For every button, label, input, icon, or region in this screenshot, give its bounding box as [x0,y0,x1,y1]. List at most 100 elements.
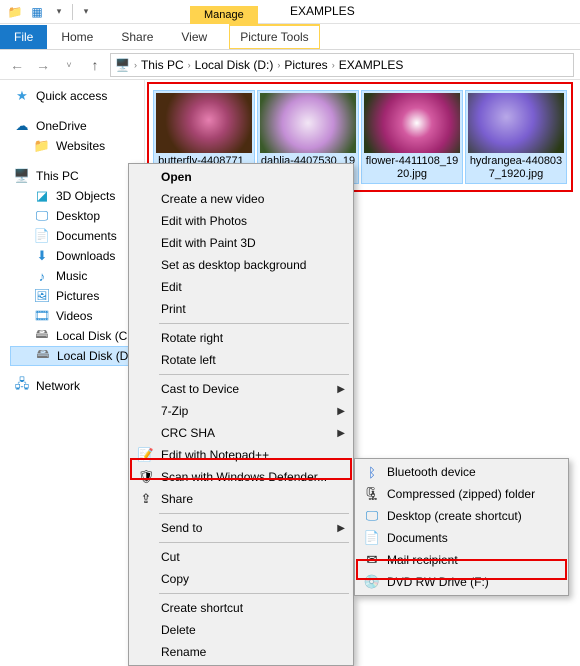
chevron-right-icon: ▶ [337,384,345,395]
nav-onedrive[interactable]: ☁OneDrive [10,116,144,136]
menu-rotate-left[interactable]: Rotate left [131,349,351,371]
menu-delete[interactable]: Delete [131,619,351,641]
tab-file[interactable]: File [0,25,47,49]
back-button[interactable]: ← [6,54,28,76]
context-tab-manage[interactable]: Manage [190,6,258,24]
notepadpp-icon: 📝 [137,447,155,463]
tab-share[interactable]: Share [107,25,167,49]
nav-label: OneDrive [36,119,87,133]
chevron-right-icon: › [132,60,139,70]
menu-label: CRC SHA [161,426,215,440]
menu-separator [159,374,349,375]
menu-label: Rename [161,645,206,659]
menu-label: Compressed (zipped) folder [387,487,535,501]
menu-rotate-right[interactable]: Rotate right [131,327,351,349]
file-item[interactable]: flower-4411108_1920.jpg [361,90,463,184]
sendto-bluetooth[interactable]: ᛒBluetooth device [357,461,566,483]
menu-edit-with-photos[interactable]: Edit with Photos [131,210,351,232]
nav-quick-access[interactable]: ★Quick access [10,86,144,106]
menu-cut[interactable]: Cut [131,546,351,568]
sendto-desktop[interactable]: 🖵Desktop (create shortcut) [357,505,566,527]
menu-label: Copy [161,572,189,586]
nav-label: Local Disk (D:) [57,349,136,363]
tab-picture-tools[interactable]: Picture Tools [229,24,319,49]
menu-open[interactable]: Open [131,166,351,188]
menu-label: Mail recipient [387,553,458,567]
nav-label: Music [56,269,87,283]
tab-view[interactable]: View [167,25,221,49]
breadcrumb-seg2[interactable]: Pictures [284,58,327,72]
context-menu: Open Create a new video Edit with Photos… [128,163,354,666]
menu-crc-sha[interactable]: CRC SHA▶ [131,422,351,444]
menu-create-shortcut[interactable]: Create shortcut [131,597,351,619]
qat-overflow-icon[interactable]: ▾ [75,2,97,22]
nav-pictures[interactable]: 🖼Pictures [10,286,144,306]
nav-desktop[interactable]: 🖵Desktop [10,206,144,226]
menu-print[interactable]: Print [131,298,351,320]
sendto-compressed[interactable]: 🗜 Compressed (zipped) folder [357,483,566,505]
nav-3d-objects[interactable]: ◪3D Objects [10,186,144,206]
nav-music[interactable]: ♪Music [10,266,144,286]
tab-home[interactable]: Home [47,25,107,49]
nav-local-disk-c[interactable]: 🖴Local Disk (C:) [10,326,144,346]
menu-send-to[interactable]: Send to▶ [131,517,351,539]
nav-network[interactable]: 🖧Network [10,376,144,396]
nav-websites[interactable]: 📁 Websites [10,136,144,156]
menu-cast-to-device[interactable]: Cast to Device▶ [131,378,351,400]
menu-edit[interactable]: Edit [131,276,351,298]
breadcrumb-seg1[interactable]: Local Disk (D:) [195,58,274,72]
menu-label: Bluetooth device [387,465,476,479]
video-icon: 🎞 [34,308,50,324]
menu-label: Edit with Paint 3D [161,236,256,250]
nav-documents[interactable]: 📄 Documents [10,226,144,246]
drive-icon: 🖴 [35,348,51,364]
folder-icon: 📁 [34,138,50,154]
forward-button[interactable]: → [32,54,54,76]
sendto-dvd-drive[interactable]: 💿DVD RW Drive (F:) [357,571,566,593]
zip-icon: 🗜 [363,486,381,502]
menu-label: Open [161,170,192,184]
recent-dropdown-icon[interactable]: ˅ [58,54,80,76]
breadcrumb-seg3[interactable]: EXAMPLES [339,58,404,72]
menu-edit-notepadpp[interactable]: 📝 Edit with Notepad++ [131,444,351,466]
breadcrumb[interactable]: 🖥️ › This PC › Local Disk (D:) › Picture… [110,53,574,77]
document-icon: 📄 [363,530,381,546]
document-icon: 📄 [34,228,50,244]
menu-label: 7-Zip [161,404,188,418]
thumbnail [364,93,460,153]
nav-downloads[interactable]: ⬇Downloads [10,246,144,266]
properties-icon[interactable]: ▦ [26,2,48,22]
mail-icon: ✉ [363,552,381,568]
menu-scan-defender[interactable]: 🛡Scan with Windows Defender... [131,466,351,488]
menu-rename[interactable]: Rename [131,641,351,663]
nav-label: Downloads [56,249,115,263]
nav-this-pc[interactable]: 🖥️This PC [10,166,144,186]
sendto-mail[interactable]: ✉ Mail recipient [357,549,566,571]
menu-label: DVD RW Drive (F:) [387,575,489,589]
breadcrumb-root[interactable]: This PC [141,58,184,72]
menu-edit-paint3d[interactable]: Edit with Paint 3D [131,232,351,254]
menu-label: Set as desktop background [161,258,306,272]
menu-label: Create a new video [161,192,264,206]
menu-label: Edit with Notepad++ [161,448,269,462]
nav-label: Documents [56,229,117,243]
menu-share[interactable]: ⇪Share [131,488,351,510]
up-button[interactable]: ↑ [84,54,106,76]
thumbnail [260,93,356,153]
shield-icon: 🛡 [137,469,155,485]
monitor-icon: 🖥️ [115,58,130,72]
file-item[interactable]: hydrangea-4408037_1920.jpg [465,90,567,184]
qat-dropdown-icon[interactable]: ▾ [48,2,70,22]
nav-local-disk-d[interactable]: 🖴 Local Disk (D:) [10,346,144,366]
ribbon: File Home Share View Picture Tools [0,24,580,50]
nav-videos[interactable]: 🎞Videos [10,306,144,326]
folder-icon[interactable]: 📁 [4,2,26,22]
menu-create-new-video[interactable]: Create a new video [131,188,351,210]
menu-label: Print [161,302,186,316]
nav-label: Websites [56,139,105,153]
menu-set-desktop-bg[interactable]: Set as desktop background [131,254,351,276]
nav-label: Quick access [36,89,107,103]
menu-7zip[interactable]: 7-Zip▶ [131,400,351,422]
sendto-documents[interactable]: 📄Documents [357,527,566,549]
menu-copy[interactable]: Copy [131,568,351,590]
